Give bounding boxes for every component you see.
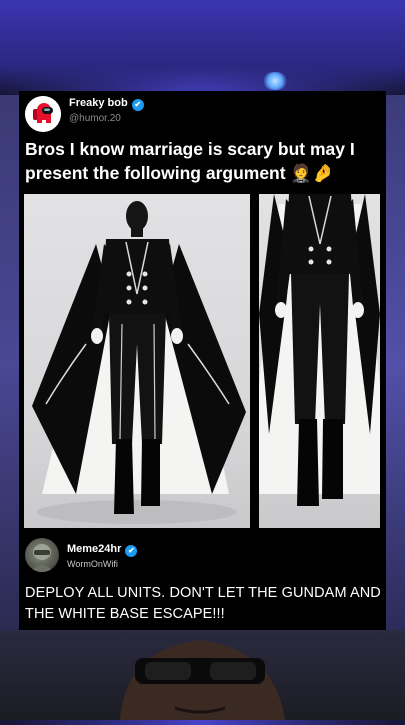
author-handle: @humor.20 xyxy=(69,113,121,124)
streamer-face xyxy=(120,640,285,720)
author-name-text: Freaky bob xyxy=(69,97,128,109)
outfit-photo-1[interactable] xyxy=(24,194,250,528)
outfit-photo-2[interactable] xyxy=(259,194,380,528)
post-card: Freaky bob ✔ @humor.20 Bros I know marria… xyxy=(19,91,386,630)
among-us-avatar-icon xyxy=(25,96,61,132)
creator-webcam xyxy=(0,630,405,720)
verified-badge-icon: ✔ xyxy=(131,99,144,111)
reply-author-name-text: Meme24hr xyxy=(67,543,122,555)
reply-author-name[interactable]: Meme24hr ✔ xyxy=(67,543,138,557)
backdrop-glow xyxy=(0,0,405,95)
reply-avatar[interactable] xyxy=(25,538,59,572)
post-text: Bros I know marriage is scary but may I … xyxy=(25,139,355,183)
backdrop-right xyxy=(383,95,405,635)
verified-badge-icon: ✔ xyxy=(125,545,138,557)
lamp-light xyxy=(262,72,288,90)
author-avatar[interactable] xyxy=(25,96,61,132)
outfit-image xyxy=(32,201,246,524)
reply-avatar-icon xyxy=(30,544,54,572)
outfit-image-cropped xyxy=(259,194,380,506)
author-name[interactable]: Freaky bob ✔ xyxy=(69,97,144,111)
reply-author-handle: WormOnWifi xyxy=(67,559,118,569)
reply-text: DEPLOY ALL UNITS. DON'T LET THE GUNDAM A… xyxy=(25,585,381,622)
